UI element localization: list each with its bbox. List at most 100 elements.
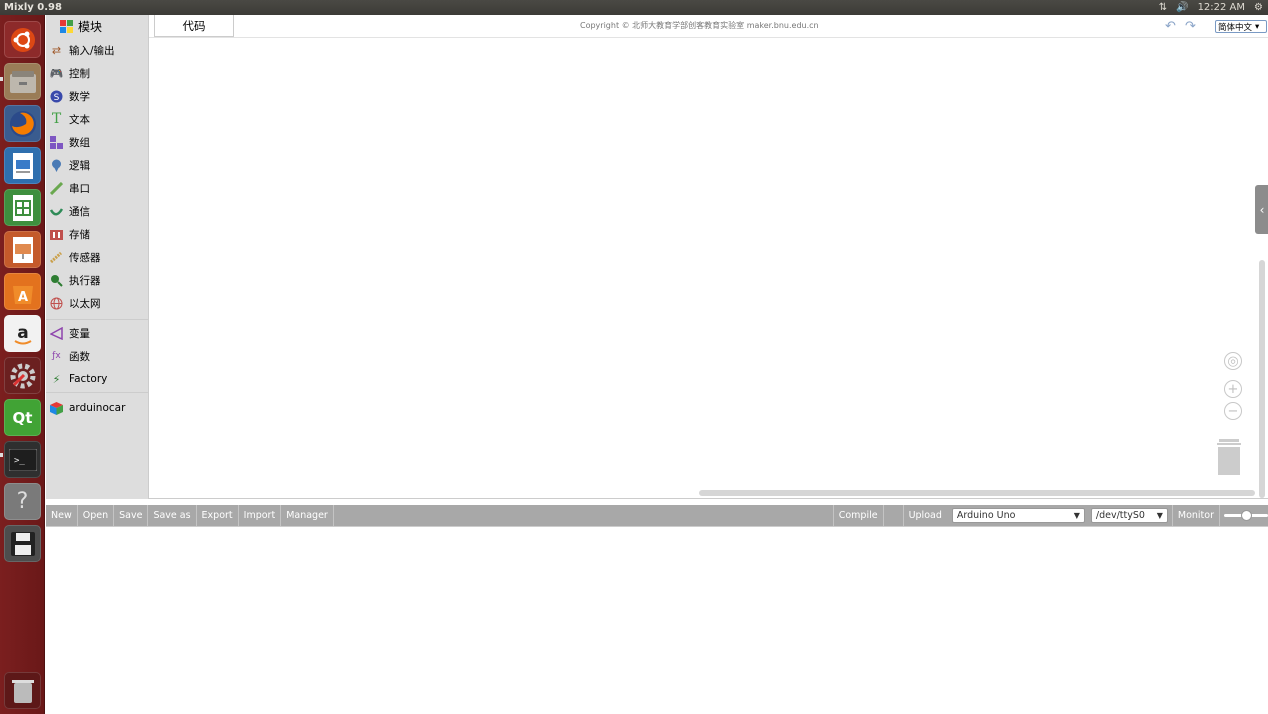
language-value: 简体中文	[1218, 22, 1253, 33]
network-icon[interactable]: ⇅	[1159, 2, 1167, 13]
chevron-down-icon: ▼	[1156, 511, 1163, 520]
category-sensor[interactable]: 传感器	[50, 248, 101, 266]
math-icon: S	[50, 90, 63, 103]
export-button[interactable]: Export	[197, 505, 239, 526]
undo-icon[interactable]: ↶	[1165, 19, 1176, 34]
calc-icon[interactable]	[4, 189, 41, 226]
launcher: A a Qt >_ ?	[0, 15, 45, 714]
port-select[interactable]: /dev/ttyS0 ▼	[1090, 508, 1168, 523]
zoom-out-icon[interactable]: −	[1224, 402, 1242, 420]
gamepad-icon: 🎮	[49, 66, 64, 80]
category-io[interactable]: ⇄ 输入/输出	[50, 41, 115, 59]
chevron-left-icon: ‹	[1259, 202, 1265, 217]
amazon-icon[interactable]: a	[4, 315, 41, 352]
board-value: Arduino Uno	[956, 510, 1016, 521]
category-math[interactable]: S 数学	[50, 87, 90, 105]
board-select[interactable]: Arduino Uno ▼	[951, 508, 1085, 523]
category-logic[interactable]: 逻辑	[50, 156, 90, 174]
actuator-icon	[50, 274, 63, 287]
blockly-workspace[interactable]: 代码 Copyright © 北师大教育学部创客教育实验室 maker.bnu.…	[148, 15, 1268, 499]
svg-text:A: A	[17, 290, 27, 305]
save-as-button[interactable]: Save as	[148, 505, 197, 526]
storage-icon	[50, 228, 63, 241]
monitor-button[interactable]: Monitor	[1171, 505, 1220, 526]
category-text[interactable]: T 文本	[50, 110, 90, 128]
category-comm[interactable]: 通信	[50, 202, 90, 220]
category-array[interactable]: 数组	[50, 133, 90, 151]
save-button[interactable]: Save	[114, 505, 149, 526]
tab-code[interactable]: 代码	[154, 15, 234, 37]
chevron-down-icon: ▼	[1073, 511, 1080, 520]
port-value: /dev/ttyS0	[1095, 510, 1145, 521]
sensor-icon	[50, 251, 63, 264]
language-select[interactable]: 简体中文 ▾	[1215, 20, 1267, 33]
category-serial[interactable]: 串口	[50, 179, 90, 197]
category-factory[interactable]: ⚡ Factory	[50, 370, 108, 388]
divider	[46, 319, 148, 320]
vertical-scrollbar[interactable]	[1259, 260, 1265, 498]
category-control[interactable]: 🎮 控制	[50, 64, 90, 82]
tab-divider	[149, 37, 1268, 38]
qt-creator-icon[interactable]: Qt	[4, 399, 41, 436]
files-icon[interactable]	[4, 63, 41, 100]
cube-icon	[50, 401, 63, 415]
upload-button[interactable]: Upload	[904, 505, 947, 526]
impress-icon[interactable]	[4, 231, 41, 268]
recenter-icon[interactable]: ◎	[1224, 352, 1242, 370]
logic-icon	[50, 159, 63, 172]
puzzle-icon	[60, 19, 73, 33]
ubuntu-dash-icon[interactable]	[4, 21, 41, 58]
serial-icon	[50, 181, 63, 195]
toolbar-spacer	[334, 505, 834, 526]
system-top-bar: Mixly 0.98 ⇅ 🔊 12:22 AM ⚙	[0, 0, 1268, 15]
writer-icon[interactable]	[4, 147, 41, 184]
output-console[interactable]	[46, 526, 1268, 714]
help-icon[interactable]: ?	[4, 483, 41, 520]
expand-panel-button[interactable]: ‹	[1255, 185, 1268, 234]
clock[interactable]: 12:22 AM	[1198, 2, 1245, 13]
svg-text:>_: >_	[14, 456, 25, 466]
svg-text:S: S	[54, 93, 60, 103]
zoom-in-icon[interactable]: +	[1224, 380, 1242, 398]
toolbox-header: 模块	[60, 18, 102, 35]
volume-icon[interactable]: 🔊	[1176, 2, 1188, 13]
svg-text:a: a	[17, 323, 28, 343]
trash-icon[interactable]	[1216, 439, 1242, 475]
import-button[interactable]: Import	[239, 505, 282, 526]
bottom-toolbar: New Open Save Save as Export Import Mana…	[46, 505, 1268, 526]
software-center-icon[interactable]: A	[4, 273, 41, 310]
floppy-disk-icon[interactable]	[4, 525, 41, 562]
category-variable[interactable]: 变量	[50, 324, 90, 342]
open-button[interactable]: Open	[78, 505, 115, 526]
slider-handle[interactable]	[1241, 510, 1252, 521]
comm-icon	[50, 205, 63, 218]
trash-icon[interactable]	[4, 672, 41, 709]
mixly-app: 模块 ⇄ 输入/输出 🎮 控制 S 数学 T 文本 数组 逻辑 串口 通信 存储 传感器…	[46, 15, 1268, 714]
firefox-icon[interactable]	[4, 105, 41, 142]
divider	[46, 392, 148, 393]
manager-button[interactable]: Manager	[281, 505, 334, 526]
settings-icon[interactable]	[4, 357, 41, 394]
compile-button[interactable]: Compile	[834, 505, 884, 526]
variable-icon	[50, 326, 63, 340]
category-function[interactable]: ƒx 函数	[50, 347, 90, 365]
category-toolbox: 模块 ⇄ 输入/输出 🎮 控制 S 数学 T 文本 数组 逻辑 串口 通信 存储 传感器…	[46, 15, 148, 499]
new-button[interactable]: New	[46, 505, 78, 526]
terminal-icon[interactable]: >_	[4, 441, 41, 478]
category-ethernet[interactable]: 以太网	[50, 294, 101, 312]
toolbar-divider	[884, 505, 904, 526]
category-arduinocar[interactable]: arduinocar	[50, 399, 125, 417]
io-icon: ⇄	[51, 43, 62, 57]
function-icon: ƒx	[52, 351, 61, 361]
category-storage[interactable]: 存储	[50, 225, 90, 243]
redo-icon[interactable]: ↷	[1185, 19, 1196, 34]
app-title: Mixly 0.98	[4, 2, 62, 13]
horizontal-scrollbar[interactable]	[699, 490, 1255, 496]
font-size-slider[interactable]	[1224, 505, 1268, 526]
gear-icon[interactable]: ⚙	[1254, 2, 1263, 13]
copyright-text: Copyright © 北师大教育学部创客教育实验室 maker.bnu.edu…	[580, 21, 819, 30]
lightning-icon: ⚡	[52, 372, 61, 386]
chevron-down-icon: ▾	[1255, 21, 1260, 32]
category-actuator[interactable]: 执行器	[50, 271, 101, 289]
ethernet-icon	[50, 297, 63, 310]
